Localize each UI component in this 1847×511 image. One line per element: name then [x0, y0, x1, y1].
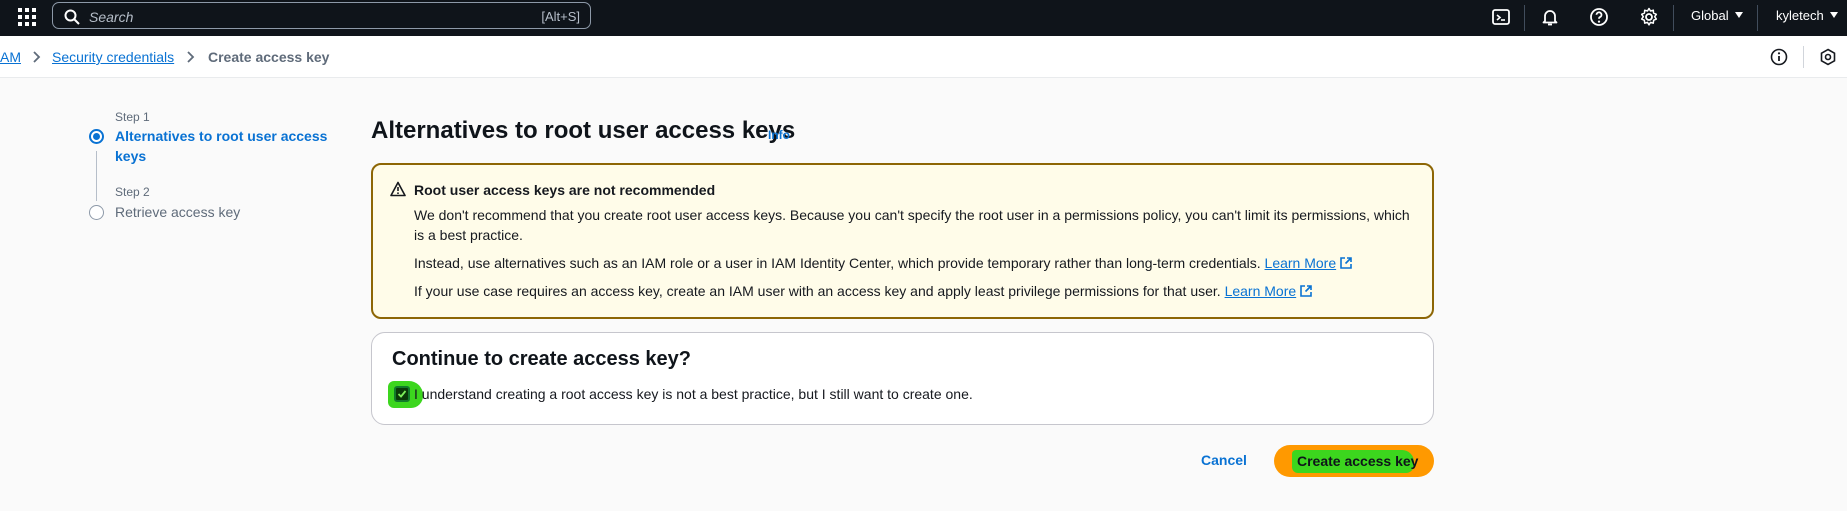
page-title: Alternatives to root user access keys — [371, 117, 796, 144]
caret-down-icon — [1734, 12, 1743, 18]
region-selector[interactable]: Global — [1691, 8, 1743, 23]
info-link[interactable]: Info — [768, 128, 790, 142]
alert-paragraph-1: We don't recommend that you create root … — [414, 207, 1410, 243]
acknowledge-label[interactable]: I understand creating a root access key … — [414, 386, 973, 402]
alert-paragraph-2-text: Instead, use alternatives such as an IAM… — [414, 255, 1261, 271]
top-navigation: Search [Alt+S] Global kyletech — [0, 0, 1847, 36]
learn-more-label: Learn More — [1264, 255, 1337, 271]
warning-alert: Root user access keys are not recommende… — [371, 163, 1434, 319]
settings-gear-icon[interactable] — [1639, 7, 1659, 27]
step-2-title[interactable]: Retrieve access key — [115, 202, 240, 222]
learn-more-label: Learn More — [1224, 283, 1297, 299]
breadcrumb-iam[interactable]: AM — [0, 49, 21, 65]
step-2-indicator — [89, 205, 104, 220]
cancel-button[interactable]: Cancel — [1201, 452, 1247, 468]
caret-down-icon — [1829, 12, 1838, 18]
step-1-title[interactable]: Alternatives to root user access keys — [115, 126, 335, 166]
step-connector — [96, 151, 97, 201]
info-circle-icon[interactable] — [1770, 48, 1788, 66]
learn-more-link-1[interactable]: Learn More — [1265, 255, 1354, 271]
continue-title: Continue to create access key? — [392, 348, 692, 370]
external-link-icon — [1300, 285, 1312, 297]
cloudshell-icon[interactable] — [1491, 7, 1511, 27]
breadcrumb-current: Create access key — [208, 49, 330, 65]
acknowledge-checkbox[interactable] — [394, 386, 410, 402]
breadcrumb: AM Security credentials Create access ke… — [0, 36, 1847, 78]
notifications-bell-icon[interactable] — [1540, 7, 1560, 27]
account-menu[interactable]: kyletech — [1776, 8, 1838, 23]
step-2-label: Step 2 — [115, 185, 150, 199]
region-label: Global — [1691, 8, 1729, 23]
search-input[interactable]: Search [Alt+S] — [52, 2, 591, 29]
toolbar-divider — [1803, 46, 1804, 68]
apps-grid-icon[interactable] — [17, 7, 37, 27]
search-shortcut: [Alt+S] — [541, 9, 580, 24]
hexagon-settings-icon[interactable] — [1819, 48, 1837, 66]
nav-divider — [1524, 5, 1525, 31]
chevron-right-icon — [187, 51, 195, 63]
nav-divider — [1673, 5, 1674, 31]
learn-more-link-2[interactable]: Learn More — [1225, 283, 1314, 299]
help-icon[interactable] — [1589, 7, 1609, 27]
create-access-key-label: Create access key — [1297, 453, 1419, 469]
continue-container: Continue to create access key? I underst… — [371, 332, 1434, 425]
search-placeholder: Search — [89, 9, 134, 25]
alert-title: Root user access keys are not recommende… — [414, 182, 716, 198]
chevron-right-icon — [33, 51, 41, 63]
alert-paragraph-3: If your use case requires an access key,… — [414, 281, 1414, 301]
create-access-key-button[interactable]: Create access key — [1274, 445, 1434, 477]
alert-paragraph-2: Instead, use alternatives such as an IAM… — [414, 253, 1414, 273]
external-link-icon — [1340, 257, 1352, 269]
account-label: kyletech — [1776, 8, 1824, 23]
nav-divider — [1757, 5, 1758, 31]
alert-paragraph-3-text: If your use case requires an access key,… — [414, 283, 1221, 299]
breadcrumb-security-credentials[interactable]: Security credentials — [52, 49, 174, 65]
step-1-label: Step 1 — [115, 110, 150, 124]
search-icon — [64, 9, 80, 25]
checkmark-icon — [397, 390, 407, 398]
step-1-indicator — [89, 129, 104, 144]
warning-icon — [390, 181, 406, 197]
